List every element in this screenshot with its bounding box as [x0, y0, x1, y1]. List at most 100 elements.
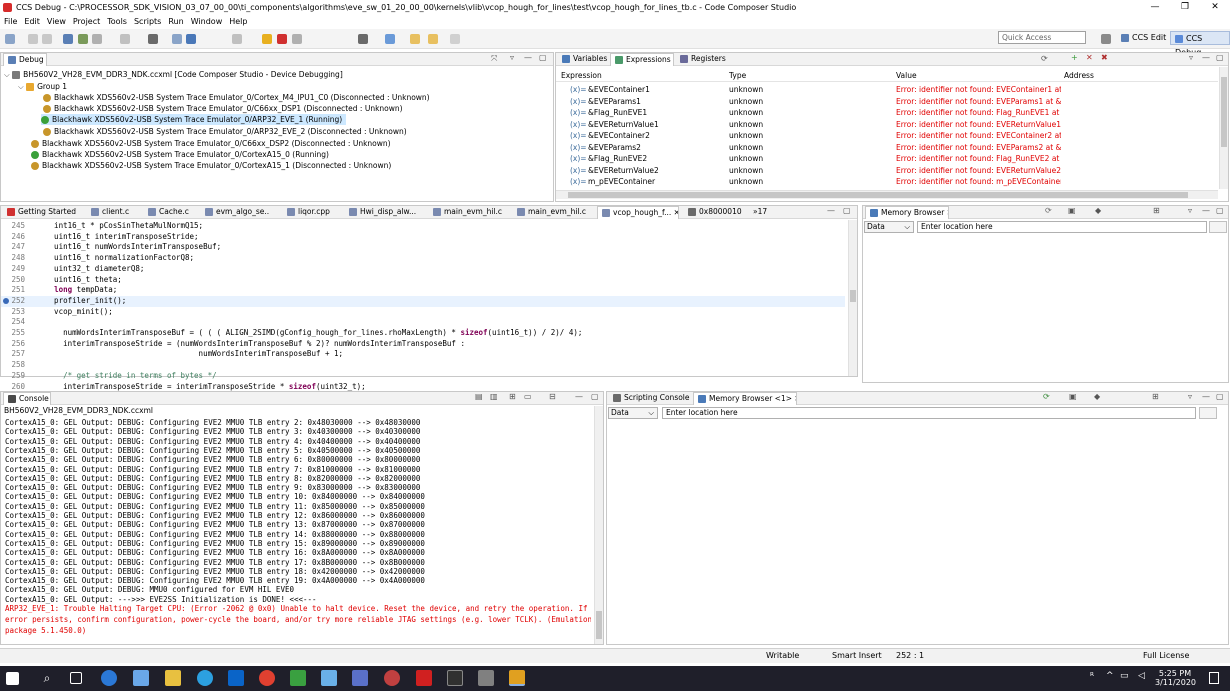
tree-item[interactable]: Blackhawk XDS560v2-USB System Trace Emul…: [43, 92, 430, 103]
expressions-scrollbar[interactable]: [1219, 67, 1228, 189]
menu-run[interactable]: Run: [168, 17, 183, 26]
tree-item[interactable]: Blackhawk XDS560v2-USB System Trace Emul…: [31, 160, 391, 171]
expression-row[interactable]: (x)= &Flag_RunEVE1 unknown Error: identifie…: [556, 107, 1218, 119]
terminate-icon[interactable]: [277, 34, 287, 44]
outlook-icon[interactable]: [228, 670, 244, 686]
minimize-view-icon[interactable]: —: [524, 53, 532, 62]
tab-vcop-hough[interactable]: vcop_hough_f... ✕: [597, 206, 679, 219]
new-icon[interactable]: [5, 34, 15, 44]
connect-icon[interactable]: [78, 34, 88, 44]
go-button[interactable]: [1209, 221, 1227, 233]
view-menu-icon[interactable]: ▿: [510, 53, 514, 62]
ccs-taskbar-icon[interactable]: [509, 670, 525, 686]
app-icon[interactable]: [478, 670, 494, 686]
minimize-view-icon[interactable]: —: [575, 392, 583, 401]
expression-row[interactable]: (x)= &EVEParams2 unknown Error: identifier …: [556, 142, 1218, 154]
back-arrow-icon[interactable]: [428, 34, 438, 44]
terminal-icon[interactable]: [447, 670, 463, 686]
expression-row[interactable]: (x)= m_pEVEContainer unknown Error: identif…: [556, 176, 1218, 188]
code-line[interactable]: 248 uint16_t normalizationFactorQ8;: [1, 253, 845, 264]
expression-row[interactable]: (x)= &EVEParams1 unknown Error: identifier …: [556, 96, 1218, 108]
tab-expressions[interactable]: Expressions: [610, 53, 674, 66]
tab-getting-started[interactable]: Getting Started: [3, 206, 83, 219]
save-icon[interactable]: [28, 34, 38, 44]
task-view-icon[interactable]: [70, 672, 82, 684]
new-view-icon[interactable]: ⊞: [1153, 206, 1160, 215]
display-console-icon[interactable]: ▭: [524, 392, 532, 401]
close-tab-icon[interactable]: ✕: [794, 394, 796, 403]
tree-item[interactable]: Blackhawk XDS560v2-USB System Trace Emul…: [31, 138, 391, 149]
close-tab-icon[interactable]: ✕: [947, 208, 948, 217]
debug-icon[interactable]: [63, 34, 73, 44]
view-menu-icon[interactable]: ▿: [1188, 206, 1192, 215]
tab-registers[interactable]: Registers: [676, 53, 732, 66]
scroll-thumb[interactable]: [568, 192, 1188, 198]
refresh-icon[interactable]: ⟳: [1045, 206, 1052, 215]
code-line[interactable]: 259 /* get stride in terms of bytes */: [1, 371, 845, 382]
menu-project[interactable]: Project: [73, 17, 100, 26]
expression-row[interactable]: (x)= &EVEReturnValue1 unknown Error: identi…: [556, 119, 1218, 131]
quick-access-input[interactable]: Quick Access: [998, 31, 1086, 44]
minimize-view-icon[interactable]: —: [827, 206, 835, 215]
chrome-icon[interactable]: [259, 670, 275, 686]
expressions-hscrollbar[interactable]: [556, 190, 1218, 199]
tab-cache-c[interactable]: Cache.c: [144, 206, 200, 219]
code-line[interactable]: 253 vcop_minit();: [1, 307, 845, 318]
suspend-icon[interactable]: [262, 34, 272, 44]
scroll-thumb[interactable]: [1221, 77, 1227, 147]
notification-icon[interactable]: [1209, 672, 1219, 684]
remove-expression-icon[interactable]: ✕: [1086, 53, 1093, 62]
menu-tools[interactable]: Tools: [107, 17, 127, 26]
network-icon[interactable]: ▭: [1120, 671, 1129, 681]
menu-window[interactable]: Window: [191, 17, 223, 26]
clock[interactable]: 5:25 PM 3/11/2020: [1155, 669, 1196, 687]
memory-type-select[interactable]: Data ⌵: [608, 407, 658, 419]
build-icon[interactable]: [92, 34, 102, 44]
column-address[interactable]: Address: [1064, 71, 1094, 80]
run-icon[interactable]: [186, 34, 196, 44]
load-icon[interactable]: [148, 34, 158, 44]
maximize-view-icon[interactable]: ▢: [1216, 53, 1224, 62]
people-icon[interactable]: ᴿ: [1090, 672, 1094, 682]
console-scrollbar[interactable]: [594, 406, 603, 644]
minimize-view-icon[interactable]: —: [1202, 392, 1210, 401]
code-line[interactable]: 245 int16_t * pCosSinThetaMulNormQ15;: [1, 221, 845, 232]
tree-item[interactable]: Blackhawk XDS560v2-USB System Trace Emul…: [31, 149, 329, 160]
app-icon[interactable]: [321, 670, 337, 686]
column-type[interactable]: Type: [729, 71, 746, 80]
tab-debug[interactable]: Debug: [3, 53, 47, 66]
add-expression-icon[interactable]: +: [1071, 53, 1078, 62]
step-icon[interactable]: [172, 34, 182, 44]
memory-type-select[interactable]: Data ⌵: [864, 221, 914, 233]
tab-main-evm-hil[interactable]: main_evm_hil.c: [429, 206, 503, 219]
scroll-lock-icon[interactable]: ▥: [490, 392, 498, 401]
tab-evm-algo[interactable]: evm_algo_se...: [201, 206, 269, 219]
minimize-button[interactable]: —: [1140, 0, 1170, 15]
scroll-thumb[interactable]: [850, 290, 856, 302]
new-view-icon[interactable]: ⊞: [1152, 392, 1159, 401]
scroll-thumb[interactable]: [596, 611, 602, 639]
code-line[interactable]: 254: [1, 317, 845, 328]
memory-location-input[interactable]: Enter location here: [662, 407, 1196, 419]
forward-arrow-icon[interactable]: [450, 34, 460, 44]
expression-row[interactable]: (x)= &EVEContainer1 unknown Error: identifi…: [556, 84, 1218, 96]
column-value[interactable]: Value: [896, 71, 917, 80]
expression-row[interactable]: (x)= &EVEContainer2 unknown Error: identifi…: [556, 130, 1218, 142]
folder-icon[interactable]: [410, 34, 420, 44]
ccs-debug-perspective[interactable]: CCS Debug: [1170, 31, 1230, 57]
close-tab-icon[interactable]: ✕: [674, 208, 678, 217]
acrobat-icon[interactable]: [416, 670, 432, 686]
remove-all-icon[interactable]: ✖: [1101, 53, 1108, 62]
maximize-view-icon[interactable]: ▢: [591, 392, 599, 401]
menu-scripts[interactable]: Scripts: [134, 17, 161, 26]
save-all-icon[interactable]: [42, 34, 52, 44]
maximize-view-icon[interactable]: ▢: [843, 206, 851, 215]
view-menu-icon[interactable]: ▿: [1189, 53, 1193, 62]
tab-variables[interactable]: Variables: [558, 53, 610, 66]
step-over-icon[interactable]: [232, 34, 242, 44]
expression-row[interactable]: (x)= &EVEReturnValue2 unknown Error: identi…: [556, 165, 1218, 177]
windows-start-icon[interactable]: [6, 672, 19, 685]
disconnect-icon[interactable]: [292, 34, 302, 44]
maximize-view-icon[interactable]: ▢: [1216, 206, 1224, 215]
code-line[interactable]: 250 uint16_t theta;: [1, 275, 845, 286]
